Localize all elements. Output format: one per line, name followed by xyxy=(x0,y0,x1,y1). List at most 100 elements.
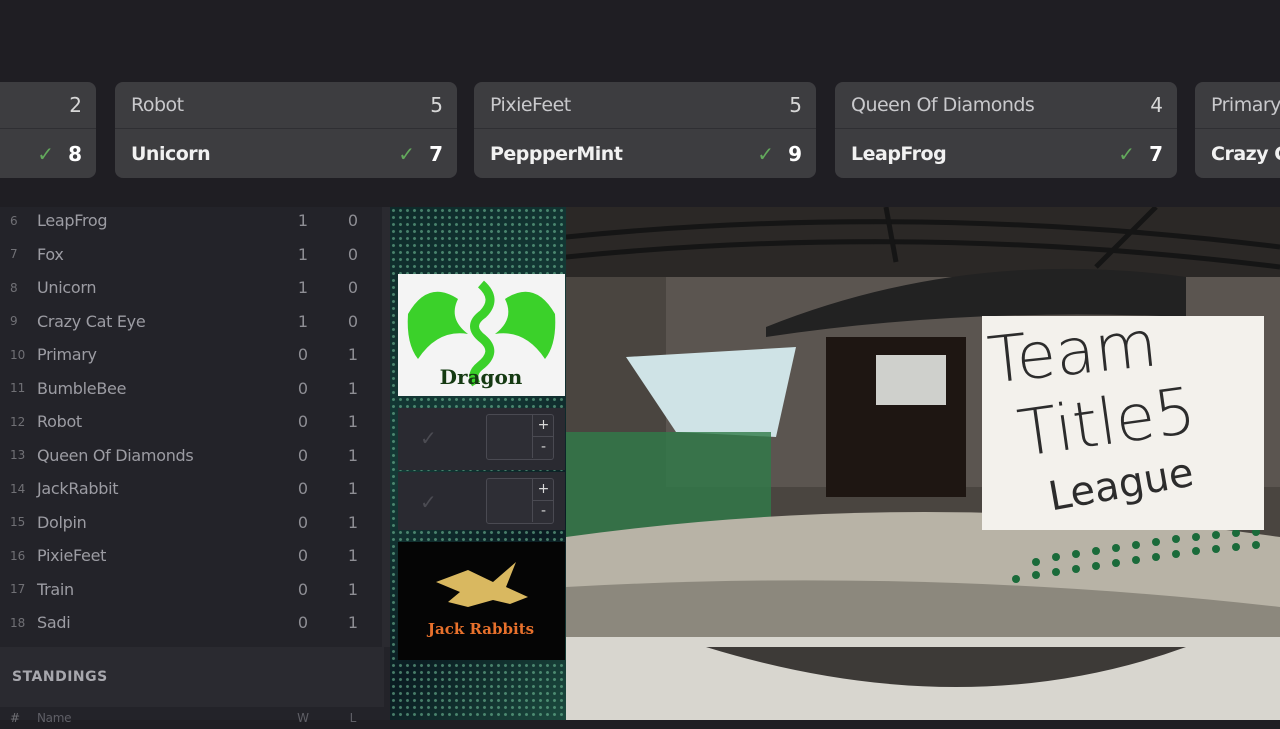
standings-team-name: BumbleBee xyxy=(37,378,127,398)
score-input[interactable] xyxy=(487,415,531,459)
standings-row[interactable]: 8 Unicorn 1 0 xyxy=(0,271,384,304)
standings-losses: 1 xyxy=(347,412,359,431)
increment-button[interactable]: + xyxy=(532,479,554,501)
standings-team-name: Sadi xyxy=(37,613,71,632)
standings-team-name: Fox xyxy=(37,244,64,264)
standings-losses: 0 xyxy=(347,244,359,264)
standings-rank: 16 xyxy=(10,548,26,563)
score-stepper[interactable]: + - xyxy=(486,414,554,460)
standings-losses: 1 xyxy=(347,345,359,364)
standings-losses: 0 xyxy=(347,278,359,297)
standings-wins: 0 xyxy=(297,345,309,364)
col-rank: # xyxy=(10,711,21,725)
standings-team-name: PixieFeet xyxy=(37,546,107,565)
standings-wins: 0 xyxy=(297,445,309,465)
col-w: W xyxy=(297,711,309,725)
standings-team-name: Queen Of Diamonds xyxy=(37,445,194,465)
pick-row-dragon: ✓ + - xyxy=(398,408,565,470)
team-name: LeapFrog xyxy=(851,142,947,165)
team-title-sign: Team Title5 League xyxy=(982,307,1264,530)
standings-team-name: JackRabbit xyxy=(37,479,119,498)
winner-check-icon: ✓ xyxy=(757,141,774,166)
dragon-logo-text: Dragon xyxy=(440,365,523,389)
standings-row[interactable]: 11 BumbleBee 0 1 xyxy=(0,372,384,405)
standings-losses: 1 xyxy=(347,445,359,465)
standings-losses: 1 xyxy=(347,613,359,632)
standings-row[interactable]: 16 PixieFeet 0 1 xyxy=(0,539,384,572)
standings-wins: 1 xyxy=(297,211,309,230)
standings-wins: 1 xyxy=(297,278,309,297)
matchup-card[interactable]: Robot 5 Unicorn ✓ 7 xyxy=(115,82,457,178)
jack-logo-text: Jack Rabbits xyxy=(426,620,534,638)
standings-losses: 1 xyxy=(347,512,359,532)
standings-row[interactable]: 12 Robot 0 1 xyxy=(0,405,384,438)
standings-wins: 0 xyxy=(297,479,309,498)
col-l: L xyxy=(349,711,357,725)
standings-losses: 1 xyxy=(347,378,359,398)
standings-rank: 8 xyxy=(10,280,18,295)
standings-team-name: Robot xyxy=(37,412,82,431)
standings-team-name: Primary xyxy=(37,345,97,364)
matchup-card[interactable]: Primary Crazy C xyxy=(1195,82,1280,178)
team-score: 7 xyxy=(1149,141,1163,166)
standings-header: STANDINGS xyxy=(0,647,384,707)
team-name: Unicorn xyxy=(131,142,211,165)
standings-row[interactable]: 13 Queen Of Diamonds 0 1 xyxy=(0,439,384,472)
standings-team-name: Train xyxy=(37,579,74,599)
pick-check-icon[interactable]: ✓ xyxy=(420,426,437,450)
score-stepper[interactable]: + - xyxy=(486,478,554,524)
matchup-card[interactable]: PixieFeet 5 PeppperMint ✓ 9 xyxy=(474,82,816,178)
increment-button[interactable]: + xyxy=(532,415,554,437)
standings-row[interactable]: 15 Dolpin 0 1 xyxy=(0,506,384,539)
standings-team-name: LeapFrog xyxy=(37,211,108,230)
team-name: Crazy C xyxy=(1211,142,1280,165)
rabbit-icon: Jack Rabbits xyxy=(426,562,534,638)
standings-row[interactable]: 18 Sadi 0 1 xyxy=(0,606,384,639)
dragon-team-logo[interactable]: Dragon xyxy=(398,274,565,396)
standings-team-name: Dolpin xyxy=(37,512,87,532)
standings-rank: 17 xyxy=(10,582,26,596)
matchup-card[interactable]: Queen Of Diamonds 4 LeapFrog ✓ 7 xyxy=(835,82,1177,178)
standings-row[interactable]: 6 LeapFrog 1 0 xyxy=(0,204,384,237)
standings-wins: 0 xyxy=(297,512,309,532)
team-score: 2 xyxy=(69,93,82,117)
standings-rank: 11 xyxy=(10,381,26,395)
standings-wins: 1 xyxy=(297,311,309,331)
standings-wins: 0 xyxy=(297,412,309,431)
team-name: Robot xyxy=(131,94,184,116)
standings-row[interactable]: 17 Train 0 1 xyxy=(0,573,384,606)
standings-losses: 1 xyxy=(347,479,359,498)
team-score: 7 xyxy=(429,141,443,166)
team-name: PeppperMint xyxy=(490,142,623,165)
score-input[interactable] xyxy=(487,479,531,523)
standings-rank: 10 xyxy=(10,347,26,362)
decrement-button[interactable]: - xyxy=(532,501,554,522)
standings-wins: 0 xyxy=(297,579,309,599)
standings-rank: 18 xyxy=(10,615,26,630)
team-score: 5 xyxy=(430,93,443,117)
matchup-card[interactable]: 2 ✓ 8 xyxy=(0,82,96,178)
standings-row[interactable]: 10 Primary 0 1 xyxy=(0,338,384,371)
standings-team-name: Crazy Cat Eye xyxy=(37,311,146,331)
standings-row[interactable]: 14 JackRabbit 0 1 xyxy=(0,472,384,505)
standings-wins: 0 xyxy=(297,546,309,565)
standings-losses: 0 xyxy=(347,211,359,230)
standings-rank: 12 xyxy=(10,414,26,429)
top-bar xyxy=(0,0,1280,80)
standings-row[interactable]: 9 Crazy Cat Eye 1 0 xyxy=(0,305,384,338)
pick-row-jack-rabbits: ✓ + - xyxy=(398,472,565,530)
matchup-strip: 2 ✓ 8 Robot 5 Unicorn ✓ 7 PixieFeet 5 Peppper… xyxy=(0,82,1280,179)
decrement-button[interactable]: - xyxy=(532,437,554,458)
standings-losses: 1 xyxy=(347,579,359,599)
team-score: 9 xyxy=(788,141,802,166)
pick-check-icon[interactable]: ✓ xyxy=(420,490,437,514)
team-name: Queen Of Diamonds xyxy=(851,94,1035,116)
standings-row[interactable]: 7 Fox 1 0 xyxy=(0,238,384,271)
standings-rank: 13 xyxy=(10,448,26,462)
jack-rabbits-team-logo[interactable]: Jack Rabbits xyxy=(398,542,565,660)
standings-rank: 14 xyxy=(10,481,26,496)
standings-rank: 7 xyxy=(10,247,18,261)
winner-check-icon: ✓ xyxy=(398,141,415,166)
standings-title: STANDINGS xyxy=(12,669,108,685)
standings-wins: 0 xyxy=(297,613,309,632)
